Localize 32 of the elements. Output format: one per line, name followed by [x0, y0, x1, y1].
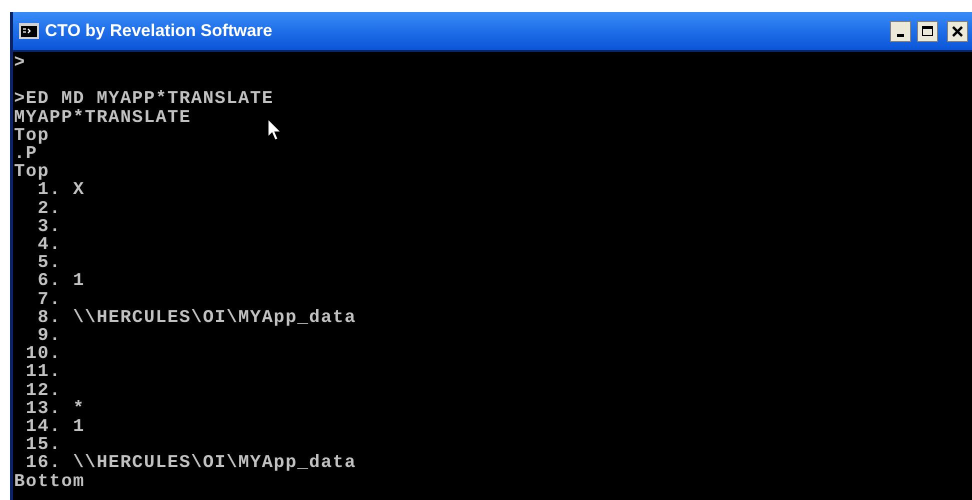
maximize-button[interactable] [917, 20, 938, 42]
close-icon [952, 26, 963, 36]
console-line: 3. [36, 218, 62, 236]
console-line: 7. [36, 290, 62, 309]
console-line: 2. [36, 200, 62, 218]
console-line: 14. 1 [24, 418, 85, 436]
console-line: 12. [24, 382, 62, 400]
console-line: 8. \\HERCULES\OI\MYApp_data [36, 308, 356, 328]
console-line: 11. [24, 363, 62, 382]
console-line: >ED MD MYAPP*TRANSLATE [14, 90, 274, 109]
console-line: 13. * [24, 400, 85, 418]
console-line: 15. [24, 436, 62, 454]
console-line: Top [14, 126, 50, 145]
maximize-icon [922, 26, 933, 36]
console-line: > [14, 54, 26, 72]
console-line: .P [14, 145, 38, 164]
console-line: MYAPP*TRANSLATE [14, 108, 192, 127]
console-icon [19, 23, 39, 39]
minimize-icon [897, 34, 904, 36]
console-line: Top [14, 163, 50, 182]
console-line: 1. X [36, 181, 85, 200]
close-button[interactable] [947, 20, 968, 42]
console-line: 4. [36, 236, 62, 254]
console-line: Bottom [14, 472, 85, 491]
console-line: 5. [36, 254, 62, 272]
console-line: 6. 1 [36, 272, 85, 291]
console-line: 16. \\HERCULES\OI\MYApp_data [24, 454, 356, 473]
window-title: CTO by Revelation Software [45, 20, 272, 42]
minimize-button[interactable] [890, 20, 911, 42]
console-line: 9. [38, 327, 62, 346]
console-line: 10. [24, 345, 62, 364]
mouse-pointer-icon [267, 118, 283, 142]
